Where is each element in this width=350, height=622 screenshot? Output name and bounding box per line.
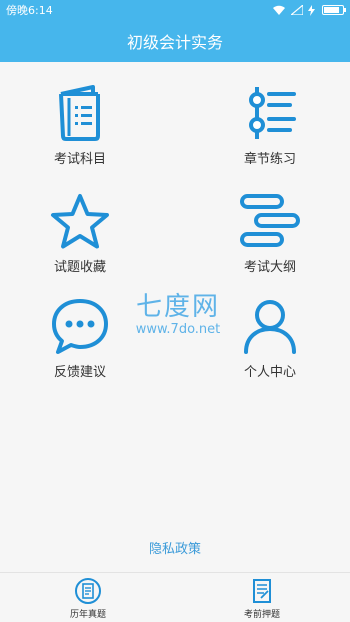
menu-label: 考试大纲 — [243, 260, 296, 275]
chat-bubble-icon — [52, 299, 108, 354]
menu-label: 考试科目 — [53, 152, 106, 167]
charging-icon — [308, 4, 315, 16]
bottom-nav: 历年真题 考前押题 — [0, 572, 350, 622]
nav-item-past-papers[interactable]: 历年真题 — [48, 577, 128, 620]
outline-icon — [240, 194, 300, 247]
nav-item-exam-prediction[interactable]: 考前押题 — [222, 577, 302, 620]
signal-icon — [291, 5, 303, 15]
privacy-policy-label: 隐私政策 — [148, 542, 201, 557]
page-title: 初级会计实务 — [126, 33, 223, 52]
menu-item-favorites[interactable]: 试题收藏 — [25, 192, 135, 275]
chapter-list-icon — [249, 87, 296, 139]
menu-item-exam-outline[interactable]: 考试大纲 — [215, 192, 325, 275]
battery-icon — [322, 5, 346, 15]
menu-label: 反馈建议 — [53, 365, 106, 380]
nav-label: 历年真题 — [69, 610, 106, 620]
battery-level — [324, 7, 340, 13]
notebook-icon — [59, 85, 100, 141]
menu-item-profile[interactable]: 个人中心 — [215, 297, 325, 380]
menu-item-feedback[interactable]: 反馈建议 — [25, 297, 135, 380]
status-time: 傍晚6:14 — [6, 4, 53, 17]
status-bar: 傍晚6:14 — [0, 0, 350, 20]
star-icon — [51, 194, 109, 249]
menu-label: 个人中心 — [243, 365, 296, 380]
person-icon — [244, 300, 296, 354]
status-icons — [272, 4, 346, 16]
menu-item-chapter-practice[interactable]: 章节练习 — [215, 84, 325, 167]
exam-prediction-icon — [253, 579, 271, 603]
past-papers-icon — [75, 578, 101, 604]
menu-label: 试题收藏 — [53, 260, 106, 275]
menu-item-exam-subjects[interactable]: 考试科目 — [25, 84, 135, 167]
menu-label: 章节练习 — [243, 152, 296, 167]
title-bar: 初级会计实务 — [0, 20, 350, 62]
wifi-icon — [273, 5, 285, 15]
nav-label: 考前押题 — [243, 610, 280, 620]
privacy-policy-link[interactable]: 隐私政策 — [0, 538, 350, 557]
